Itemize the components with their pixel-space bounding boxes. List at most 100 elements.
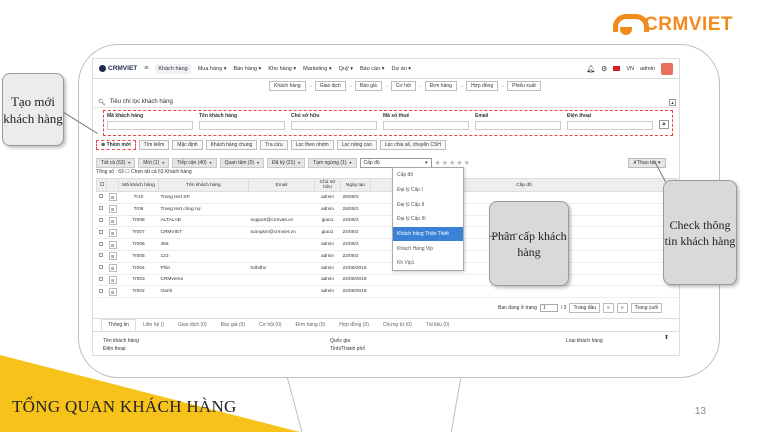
last-page-button[interactable]: Trang cuối (630, 303, 663, 313)
customer-icon[interactable]: ☰ (108, 264, 117, 273)
customer-icon[interactable]: ☰ (108, 240, 117, 249)
nav-item-marketing[interactable]: Marketing ▾ (303, 66, 331, 72)
arrow-up-icon[interactable]: ⬆ (664, 334, 669, 341)
table-row[interactable]: ☰ Tr007 CRMVIET tuongsm@crmviet.vn giao1 24/0… (96, 226, 678, 240)
wf-step[interactable]: Phiếu xuất (507, 81, 541, 91)
tab-document[interactable]: Chứng từ (0) (376, 319, 419, 331)
tab-info[interactable]: Thông tin (101, 319, 136, 331)
phone-input[interactable] (567, 121, 653, 130)
user-name[interactable]: admin (640, 66, 655, 72)
avatar[interactable] (661, 62, 673, 75)
checkbox[interactable] (98, 276, 103, 281)
table-row[interactable]: ☰ Tr008 ALTALAB support@crmviet.vn giao1 24/0… (96, 215, 678, 228)
checkbox[interactable] (98, 253, 103, 258)
filter-all[interactable]: Tất cả (63) ▾ (96, 158, 136, 168)
table-row[interactable]: ☰ Tr005 123 admin 22/09/2 (96, 250, 678, 263)
col-email[interactable]: Email (248, 178, 315, 192)
ma-kh-input[interactable] (107, 121, 193, 130)
tab-order[interactable]: Đơn hàng (0) (289, 319, 333, 331)
filter-new[interactable]: Mới (1) ▾ (138, 158, 170, 168)
dropdown-item-selected[interactable]: Khách hàng Thân Thiết (393, 226, 463, 242)
checkbox[interactable] (98, 206, 103, 211)
chu-so-huu-input[interactable] (291, 121, 377, 130)
wf-step[interactable]: Báo giá (354, 81, 382, 91)
dropdown-item[interactable]: Đại lý Cấp III (393, 212, 463, 227)
vn-flag-icon[interactable] (613, 66, 621, 71)
tab-transaction[interactable]: Giao dịch (0) (171, 319, 214, 331)
wf-step[interactable]: Cơ hội (390, 81, 416, 91)
nav-item-quy[interactable]: Quỹ ▾ (339, 66, 353, 72)
customer-icon[interactable]: ☰ (108, 252, 117, 261)
wf-step[interactable]: Đơn hàng (424, 81, 457, 91)
wf-step[interactable]: Hợp đồng (465, 81, 499, 91)
prev-page-button[interactable]: « (603, 303, 614, 313)
customer-icon[interactable]: ☰ (108, 275, 117, 284)
filter-signed[interactable]: Đã ký (21) ▾ (267, 158, 306, 168)
dropdown-item[interactable]: Cấp độ (393, 168, 463, 183)
page-input[interactable]: 1 (539, 304, 558, 312)
ma-so-thue-input[interactable] (383, 121, 469, 130)
col-owner[interactable]: Chủ sở hữu (314, 178, 341, 192)
customer-icon[interactable]: ☰ (108, 193, 117, 202)
customer-icon[interactable]: ☰ (108, 205, 117, 214)
col-date[interactable]: Ngày tạo (340, 178, 371, 192)
table-row[interactable]: ☰ Tr003 CRMvemo admin 22/09/2018 (96, 274, 678, 287)
default-button[interactable]: Mặc định (172, 140, 203, 150)
search-button[interactable]: Tìm kiếm (138, 140, 170, 150)
add-new-button[interactable]: ⊕ Thêm mới (96, 140, 136, 150)
table-row[interactable]: ☰ Tr006 456 admin 22/09/2 (96, 238, 678, 251)
customer-icon[interactable]: ☰ (108, 216, 117, 225)
tab-opportunity[interactable]: Cơ hội (0) (252, 319, 288, 331)
table-row[interactable]: ☰ Tr004 Phin hdhdhx admin 22/09/2018 (96, 262, 678, 275)
wf-step[interactable]: Khách hàng (269, 81, 306, 91)
filter-approach[interactable]: Tiếp cận (40) ▾ (172, 158, 217, 168)
dropdown-item[interactable]: Khách Hàng Vip (393, 241, 463, 256)
next-page-button[interactable]: » (616, 303, 628, 313)
wf-step[interactable]: Giao dịch (314, 81, 346, 91)
rating-stars[interactable]: ★★★★★ (435, 159, 471, 167)
tab-quote[interactable]: Báo giá (0) (214, 319, 252, 331)
bell-icon[interactable]: 🔔︎ (586, 65, 595, 73)
dropdown-item[interactable]: Đại lý Cấp II (393, 197, 463, 212)
nav-item-bao-cao[interactable]: Báo cáo ▾ (360, 66, 384, 72)
table-row[interactable]: ☰ Tr09 Trang test công nợ admin 25/09/2 (96, 203, 678, 216)
table-row[interactable]: ☰ Tr002 Oanh admin 22/09/2018 (96, 285, 678, 299)
checkbox[interactable] (98, 241, 103, 246)
filter-paused[interactable]: Tạm ngừng (1) ▾ (308, 158, 357, 168)
advanced-filter-button[interactable]: Lọc nâng cao (336, 140, 377, 150)
actions-button[interactable]: ✗Thao tác ▾ (628, 158, 666, 168)
ten-kh-input[interactable] (199, 121, 285, 130)
menu-icon[interactable]: ≡ (144, 65, 148, 72)
checkbox[interactable] (98, 288, 103, 293)
dropdown-item[interactable]: Kh Vip1 (393, 256, 463, 271)
customer-icon[interactable]: ☰ (108, 228, 117, 237)
tab-contact[interactable]: Liên hệ () (136, 319, 171, 331)
select-all-header[interactable] (96, 178, 107, 192)
group-filter-button[interactable]: Lọc theo nhóm (290, 140, 334, 150)
dropdown-item[interactable]: Đại lý Cấp I (393, 183, 463, 198)
nav-item-mua-hang[interactable]: Mua hàng ▾ (198, 66, 227, 72)
lookup-button[interactable]: Tra cứu (260, 140, 288, 150)
common-customer-button[interactable]: Khách hàng chung (205, 140, 258, 150)
checkbox[interactable] (98, 194, 103, 199)
checkbox[interactable] (98, 217, 103, 222)
email-input[interactable] (475, 121, 561, 130)
nav-item-kho-hang[interactable]: Kho hàng ▾ (268, 66, 296, 72)
table-row[interactable]: ☰ Tr10 Trang test SP admin 25/09/2 (96, 191, 678, 204)
customer-icon[interactable]: ☰ (108, 287, 117, 296)
tab-contract[interactable]: Hợp đồng (0) (332, 319, 376, 331)
nav-item-khach-hang[interactable]: Khách hàng (155, 63, 191, 74)
nav-brand[interactable]: CRMVIET (99, 65, 137, 72)
collapse-button[interactable]: ▲ (669, 98, 676, 106)
checkbox[interactable] (99, 182, 104, 186)
lock-icon[interactable]: 🔒︎ (659, 120, 669, 129)
col-code[interactable]: Mã khách hàng (118, 178, 159, 192)
share-filter-button[interactable]: Lọc chia sẻ, chuyển CSH (379, 140, 446, 150)
lang-label[interactable]: VN (626, 66, 634, 72)
checkbox[interactable] (98, 265, 103, 270)
first-page-button[interactable]: Trang đầu (569, 303, 601, 313)
nav-item-du-an[interactable]: Dự án ▾ (391, 66, 411, 72)
checkbox[interactable] (98, 229, 103, 234)
col-name[interactable]: Tên khách hàng (158, 178, 249, 192)
filter-interest[interactable]: Quan tâm (0) ▾ (219, 158, 265, 168)
